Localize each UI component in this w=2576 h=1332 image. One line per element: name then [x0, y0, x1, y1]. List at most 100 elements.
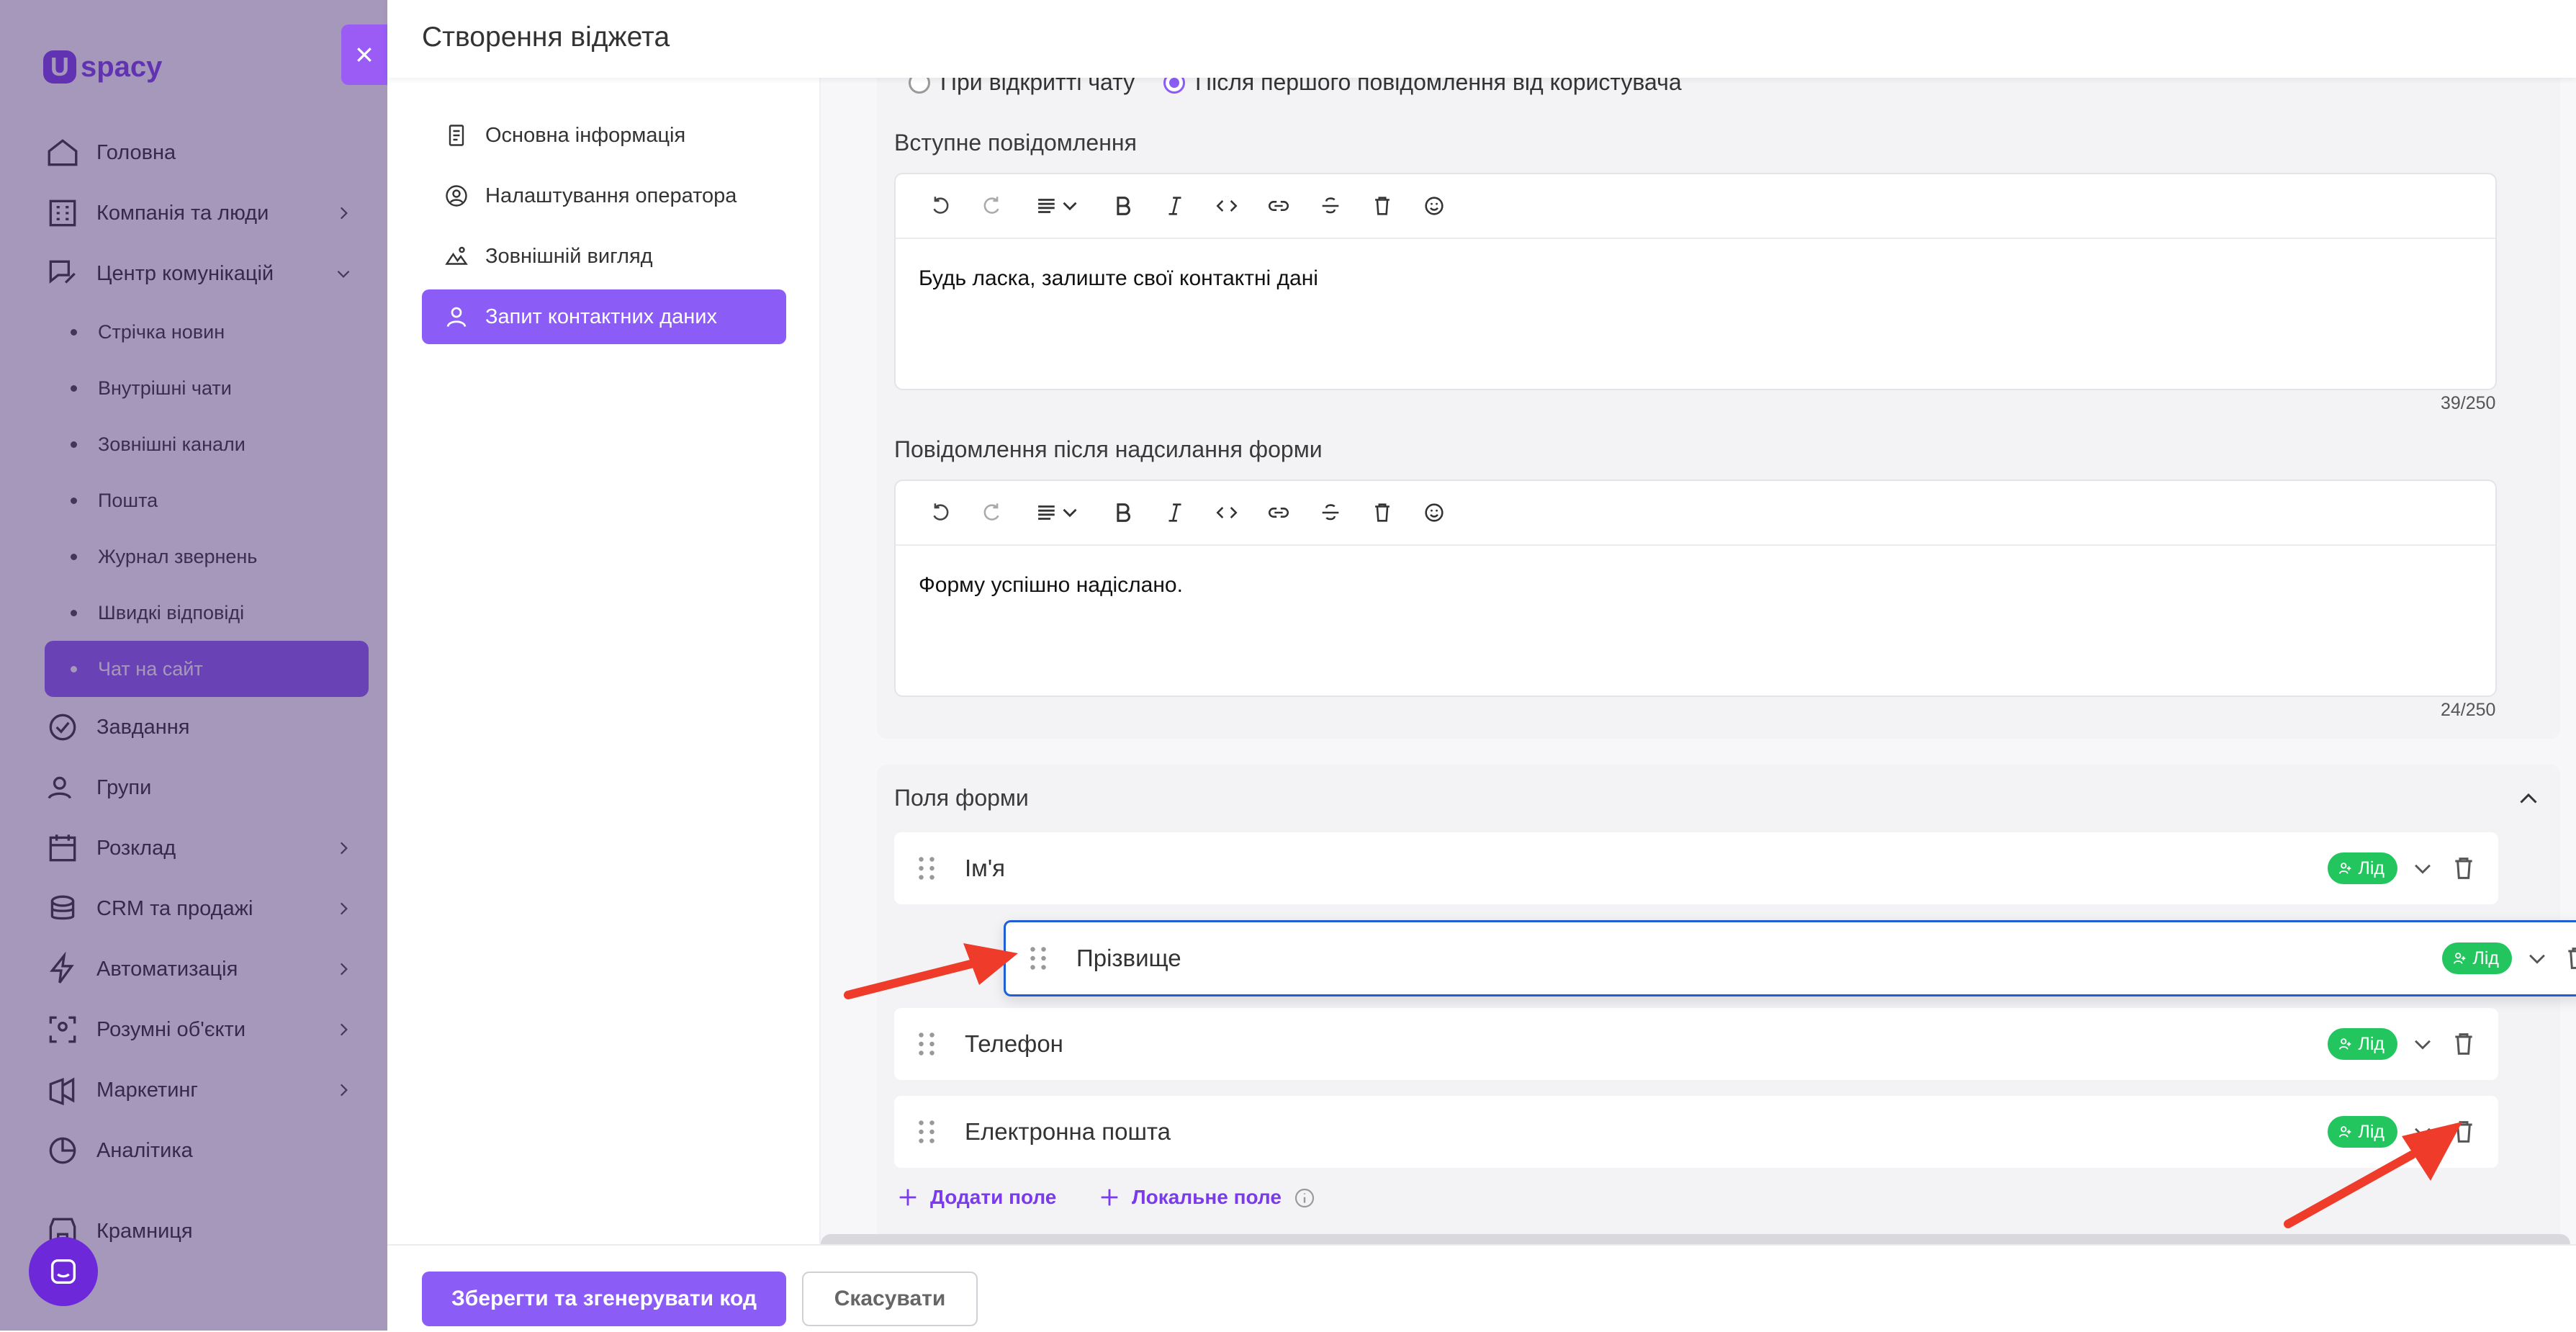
- step-label: Запит контактних даних: [485, 305, 717, 328]
- step-contact-request[interactable]: Запит контактних даних: [422, 289, 786, 344]
- code-icon: [1216, 200, 1238, 212]
- undo-icon: [933, 503, 949, 521]
- emoji-button[interactable]: [1408, 481, 1460, 544]
- expand-chevron-icon[interactable]: [2410, 1032, 2435, 1056]
- drag-handle-icon[interactable]: [916, 1117, 937, 1146]
- lead-badge: Лід: [2328, 1116, 2397, 1148]
- after-submit-message-counter: 24/250: [2441, 700, 2496, 720]
- emoji-icon: [1425, 197, 1444, 215]
- drag-handle-icon[interactable]: [916, 854, 937, 883]
- support-chat-button[interactable]: [29, 1237, 98, 1306]
- collapse-chevron-icon[interactable]: [2516, 786, 2541, 812]
- emoji-icon: [1425, 503, 1444, 522]
- code-icon: [1216, 507, 1238, 518]
- add-field-button[interactable]: Додати поле: [896, 1185, 1056, 1210]
- form-field-row[interactable]: Телефон Лід: [894, 1008, 2498, 1080]
- strikethrough-button[interactable]: [1305, 174, 1356, 238]
- link-button[interactable]: [1253, 481, 1305, 544]
- step-label: Зовнішній вигляд: [485, 244, 653, 268]
- intro-message-text[interactable]: Будь ласка, залиште свої контактні дані: [896, 239, 2495, 318]
- clear-formatting-button[interactable]: [1356, 481, 1408, 544]
- redo-icon: [983, 197, 999, 214]
- delete-field-icon[interactable]: [2449, 1030, 2478, 1058]
- badge-label: Лід: [2472, 948, 2499, 968]
- after-submit-message-label: Повідомлення після надсилання форми: [894, 436, 1323, 462]
- redo-button[interactable]: [966, 481, 1018, 544]
- strikethrough-icon: [1322, 504, 1339, 521]
- expand-chevron-icon[interactable]: [2410, 1120, 2435, 1144]
- user-badge-icon: [2339, 1126, 2351, 1138]
- expand-chevron-icon[interactable]: [2525, 946, 2549, 971]
- lead-badge: Лід: [2442, 942, 2512, 974]
- cancel-button[interactable]: Скасувати: [802, 1272, 978, 1326]
- bold-button[interactable]: [1097, 481, 1149, 544]
- step-basic-info[interactable]: Основна інформація: [422, 108, 786, 163]
- delete-field-icon[interactable]: [2449, 1117, 2478, 1146]
- strikethrough-button[interactable]: [1305, 481, 1356, 544]
- intro-message-counter: 39/250: [2441, 393, 2496, 413]
- delete-field-icon[interactable]: [2564, 944, 2576, 973]
- italic-icon: [1168, 503, 1181, 522]
- local-field-label: Локальне поле: [1132, 1186, 1282, 1208]
- step-operator-settings[interactable]: Налаштування оператора: [422, 168, 786, 223]
- field-label: Телефон: [965, 1030, 1063, 1057]
- undo-button[interactable]: [914, 481, 966, 544]
- undo-button[interactable]: [914, 174, 966, 238]
- redo-icon: [983, 503, 999, 521]
- delete-field-icon[interactable]: [2449, 854, 2478, 883]
- link-icon: [1269, 508, 1289, 518]
- intro-message-label: Вступне повідомлення: [894, 130, 1137, 156]
- code-button[interactable]: [1201, 481, 1253, 544]
- expand-chevron-icon[interactable]: [2410, 856, 2435, 881]
- form-field-row-dragging[interactable]: Прізвище Лід: [1004, 920, 2576, 996]
- user-badge-icon: [2339, 863, 2351, 874]
- italic-button[interactable]: [1149, 174, 1201, 238]
- step-label: Основна інформація: [485, 123, 686, 147]
- save-generate-button[interactable]: Зберегти та згенерувати код: [422, 1272, 786, 1326]
- drawer-footer: Зберегти та згенерувати код Скасувати: [387, 1244, 2576, 1332]
- info-icon[interactable]: [1293, 1187, 1316, 1210]
- form-fields-label: Поля форми: [894, 785, 1029, 811]
- drag-handle-icon[interactable]: [1027, 944, 1049, 973]
- intro-message-editor: Будь ласка, залиште свої контактні дані: [894, 173, 2497, 390]
- emoji-button[interactable]: [1408, 174, 1460, 238]
- after-submit-message-editor: Форму успішно надіслано.: [894, 480, 2497, 697]
- user-badge-icon: [2454, 953, 2466, 964]
- close-drawer-button[interactable]: [341, 24, 387, 85]
- document-icon: [449, 125, 464, 146]
- editor-toolbar: [896, 481, 2495, 546]
- strikethrough-icon: [1322, 197, 1339, 214]
- modal-overlay[interactable]: [0, 0, 389, 1331]
- operator-icon: [446, 185, 467, 207]
- lead-badge: Лід: [2328, 852, 2397, 884]
- steps-menu: Основна інформація Налаштування оператор…: [422, 108, 786, 350]
- step-appearance[interactable]: Зовнішній вигляд: [422, 229, 786, 284]
- add-local-field-button[interactable]: Локальне поле: [1097, 1185, 1282, 1210]
- after-submit-message-text[interactable]: Форму успішно надіслано.: [896, 546, 2495, 625]
- badge-label: Лід: [2358, 858, 2384, 878]
- trash-icon: [1375, 503, 1390, 522]
- italic-button[interactable]: [1149, 481, 1201, 544]
- user-badge-icon: [2339, 1038, 2351, 1050]
- trash-icon: [1375, 197, 1390, 215]
- lead-badge: Лід: [2328, 1028, 2397, 1060]
- bold-button[interactable]: [1097, 174, 1149, 238]
- badge-label: Лід: [2358, 1121, 2384, 1142]
- user-icon: [446, 307, 467, 328]
- align-left-icon: [1038, 505, 1077, 520]
- bold-icon: [1117, 197, 1130, 215]
- link-button[interactable]: [1253, 174, 1305, 238]
- redo-button[interactable]: [966, 174, 1018, 238]
- drawer-header: Створення віджета: [387, 0, 2576, 78]
- form-field-row[interactable]: Електронна пошта Лід: [894, 1096, 2498, 1168]
- undo-icon: [933, 197, 949, 214]
- clear-formatting-button[interactable]: [1356, 174, 1408, 238]
- drag-handle-icon[interactable]: [916, 1030, 937, 1058]
- bold-icon: [1117, 503, 1130, 522]
- align-dropdown[interactable]: [1018, 174, 1097, 238]
- code-button[interactable]: [1201, 174, 1253, 238]
- align-dropdown[interactable]: [1018, 481, 1097, 544]
- drawer-title: Створення віджета: [422, 22, 670, 53]
- form-field-row[interactable]: Ім'я Лід: [894, 832, 2498, 904]
- italic-icon: [1168, 197, 1181, 215]
